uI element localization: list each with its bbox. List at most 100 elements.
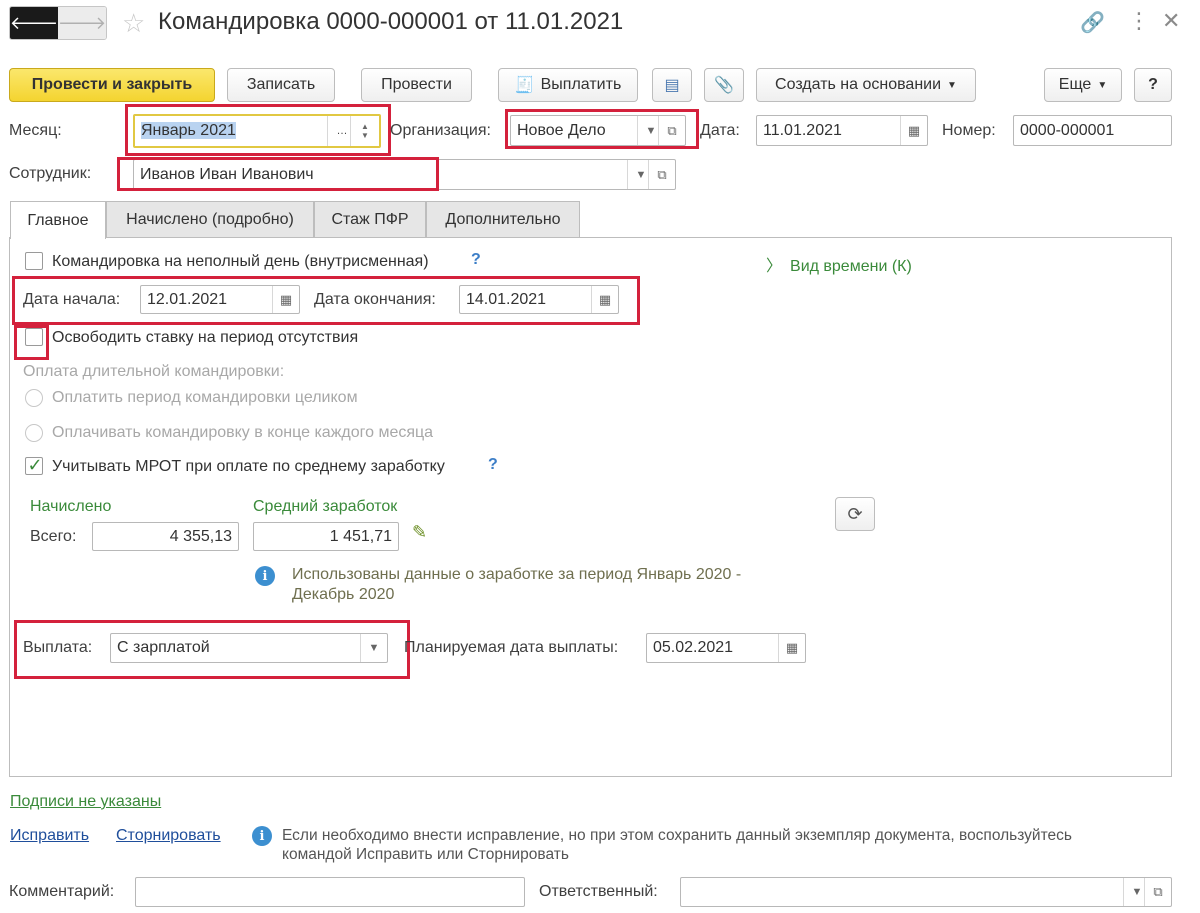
free-rate-label: Освободить ставку на период отсутствия	[52, 329, 359, 346]
mrot-label: Учитывать МРОТ при оплате по среднему за…	[52, 458, 445, 475]
create-based-label: Создать на основании	[775, 76, 942, 93]
dropdown-caret-icon[interactable]: ▼	[360, 634, 387, 662]
org-label: Организация:	[390, 122, 491, 139]
back-button[interactable]: 🡐	[10, 7, 58, 39]
mrot-help-icon[interactable]: ?	[488, 456, 498, 474]
planned-date-value: 05.02.2021	[653, 639, 734, 656]
total-value: 4 355,13	[169, 527, 232, 545]
planned-date-label: Планируемая дата выплаты:	[404, 639, 619, 656]
comment-label: Комментарий:	[9, 883, 115, 900]
paperclip-icon: 📎	[714, 77, 734, 94]
calendar-icon[interactable]: ▦	[778, 634, 805, 662]
start-date-label: Дата начала:	[23, 291, 121, 308]
caret-down-icon: ▼	[1097, 79, 1108, 91]
employee-label: Сотрудник:	[9, 165, 92, 182]
start-date-field[interactable]: 12.01.2021 ▦	[140, 285, 300, 314]
calendar-icon[interactable]: ▦	[900, 116, 927, 145]
time-type-link[interactable]: 〉 Вид времени (К)	[766, 252, 912, 276]
post-button[interactable]: Провести	[361, 68, 472, 102]
long-trip-label: Оплата длительной командировки:	[23, 363, 285, 380]
payout-field[interactable]: С зарплатой ▼	[110, 633, 388, 663]
fix-link[interactable]: Исправить	[10, 827, 89, 845]
tab-additional[interactable]: Дополнительно	[426, 201, 580, 238]
chevron-right-icon: 〉	[766, 258, 783, 275]
average-earnings-value: 1 451,71	[329, 527, 392, 545]
link-icon[interactable]: 🔗	[1080, 10, 1105, 35]
number-label: Номер:	[942, 122, 996, 139]
tab-pfr-experience[interactable]: Стаж ПФР	[314, 201, 426, 238]
free-rate-checkbox[interactable]	[25, 328, 43, 346]
partial-day-help-icon[interactable]: ?	[471, 251, 481, 269]
payout-value: С зарплатой	[117, 639, 210, 656]
partial-day-label: Командировка на неполный день (внутрисме…	[52, 253, 429, 270]
number-value: 0000-000001	[1020, 121, 1115, 139]
end-date-label: Дата окончания:	[314, 291, 436, 308]
save-button[interactable]: Записать	[227, 68, 335, 102]
document-list-icon: ▤	[664, 77, 680, 94]
signatures-link[interactable]: Подписи не указаны	[10, 793, 161, 811]
earnings-period-info: Использованы данные о заработке за перио…	[292, 566, 742, 603]
calendar-icon[interactable]: ▦	[272, 286, 299, 313]
org-value: Новое Дело	[517, 121, 606, 139]
arrow-right-icon: 🡒	[57, 12, 107, 33]
accrued-header: Начислено	[30, 498, 112, 515]
average-earnings-field[interactable]: 1 451,71	[253, 522, 399, 551]
pay-whole-radio[interactable]	[25, 389, 43, 407]
pay-monthly-radio[interactable]	[25, 424, 43, 442]
create-based-button[interactable]: Создать на основании ▼	[756, 68, 976, 102]
comment-field[interactable]	[135, 877, 525, 907]
correction-hint: Если необходимо внести исправление, но п…	[282, 827, 1072, 863]
nav-group: 🡐 🡒	[9, 6, 107, 40]
caret-down-icon: ▼	[947, 79, 957, 91]
refresh-icon: ⟳	[847, 503, 863, 524]
window-title: Командировка 0000-000001 от 11.01.2021	[158, 8, 624, 35]
date-field[interactable]: 11.01.2021 ▦	[756, 115, 928, 146]
payout-label: Выплата:	[23, 639, 93, 656]
more-vertical-icon[interactable]: ⋮	[1128, 8, 1150, 34]
calendar-icon[interactable]: ▦	[591, 286, 618, 313]
close-icon[interactable]: ✕	[1162, 8, 1180, 34]
number-field[interactable]: 0000-000001	[1013, 115, 1172, 146]
favorite-star-icon[interactable]: ☆	[122, 8, 145, 39]
tab-panel	[9, 237, 1172, 777]
storno-link[interactable]: Сторнировать	[116, 827, 221, 845]
pay-whole-label: Оплатить период командировки целиком	[52, 389, 358, 406]
help-button[interactable]: ?	[1134, 68, 1172, 102]
mrot-checkbox[interactable]: ✓	[25, 454, 43, 475]
month-label: Месяц:	[9, 122, 62, 139]
info-icon: i	[255, 566, 275, 586]
average-earnings-header: Средний заработок	[253, 498, 398, 515]
responsible-field[interactable]: ▼ ⧉	[680, 877, 1172, 907]
pay-button[interactable]: 🧾 Выплатить	[498, 68, 638, 102]
end-date-value: 14.01.2021	[466, 290, 547, 308]
month-field[interactable]: Январь 2021 … ▲ ▼	[133, 114, 381, 148]
open-icon[interactable]: ⧉	[658, 116, 685, 145]
date-label: Дата:	[700, 122, 740, 139]
attach-button[interactable]: 📎	[704, 68, 744, 102]
tab-accrued-detail[interactable]: Начислено (подробно)	[106, 201, 314, 238]
start-date-value: 12.01.2021	[147, 290, 228, 308]
pencil-edit-icon[interactable]: ✎	[412, 522, 427, 543]
open-icon[interactable]: ⧉	[1144, 878, 1171, 906]
org-field[interactable]: Новое Дело ▼ ⧉	[510, 115, 686, 146]
post-and-close-button[interactable]: Провести и закрыть	[9, 68, 215, 102]
employee-value: Иванов Иван Иванович	[140, 165, 314, 183]
report-button[interactable]: ▤	[652, 68, 692, 102]
tab-main[interactable]: Главное	[10, 201, 106, 239]
more-label: Еще	[1058, 76, 1092, 93]
employee-field[interactable]: Иванов Иван Иванович ▼ ⧉	[133, 159, 676, 190]
checkmark-icon: ✓	[27, 454, 43, 475]
open-icon[interactable]: ⧉	[648, 160, 675, 189]
partial-day-checkbox[interactable]	[25, 252, 43, 270]
refresh-button[interactable]: ⟳	[835, 497, 875, 531]
more-button[interactable]: Еще ▼	[1044, 68, 1122, 102]
spinner-icon[interactable]: ▲ ▼	[350, 116, 379, 146]
date-value: 11.01.2021	[763, 121, 842, 139]
arrow-left-icon: 🡐	[9, 12, 59, 33]
planned-date-field[interactable]: 05.02.2021 ▦	[646, 633, 806, 663]
total-field[interactable]: 4 355,13	[92, 522, 239, 551]
info-icon: i	[252, 826, 272, 846]
total-label: Всего:	[30, 528, 77, 545]
end-date-field[interactable]: 14.01.2021 ▦	[459, 285, 619, 314]
forward-button[interactable]: 🡒	[58, 7, 106, 39]
